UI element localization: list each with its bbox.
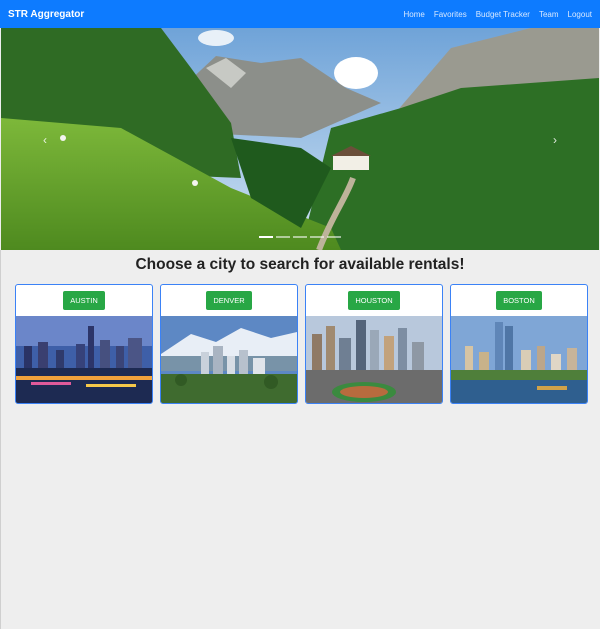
city-cards: AUSTIN DENVER HOUSTON BOSTON [15, 284, 588, 404]
carousel-indicators [259, 236, 341, 238]
carousel-next-button[interactable]: › [545, 128, 565, 152]
carousel-indicator[interactable] [293, 236, 307, 238]
chevron-right-icon: › [553, 133, 557, 147]
top-navbar: STR Aggregator Home Favorites Budget Tra… [0, 0, 600, 28]
denver-skyline-image [161, 316, 297, 403]
carousel-indicator[interactable] [327, 236, 341, 238]
page-heading: Choose a city to search for available re… [135, 256, 465, 273]
hero-carousel: ‹ › [1, 28, 599, 250]
boston-skyline-image [451, 316, 587, 403]
carousel-indicator[interactable] [276, 236, 290, 238]
carousel-indicator[interactable] [310, 236, 324, 238]
nav-links: Home Favorites Budget Tracker Team Logou… [403, 10, 592, 19]
page-edge-divider [0, 250, 1, 629]
denver-button[interactable]: DENVER [206, 291, 252, 310]
carousel-indicator[interactable] [259, 236, 273, 238]
boston-button[interactable]: BOSTON [496, 291, 542, 310]
city-card-austin: AUSTIN [15, 284, 153, 404]
chevron-left-icon: ‹ [43, 133, 47, 147]
carousel-prev-button[interactable]: ‹ [35, 128, 55, 152]
city-card-denver: DENVER [160, 284, 298, 404]
carousel-slide-image [1, 28, 599, 250]
houston-button[interactable]: HOUSTON [348, 291, 400, 310]
nav-link-team[interactable]: Team [539, 10, 559, 19]
nav-link-logout[interactable]: Logout [568, 10, 592, 19]
houston-skyline-image [306, 316, 442, 403]
nav-link-favorites[interactable]: Favorites [434, 10, 467, 19]
austin-button[interactable]: AUSTIN [63, 291, 105, 310]
nav-link-budget-tracker[interactable]: Budget Tracker [476, 10, 530, 19]
brand-logo[interactable]: STR Aggregator [8, 9, 84, 20]
nav-link-home[interactable]: Home [403, 10, 424, 19]
city-card-boston: BOSTON [450, 284, 588, 404]
city-card-houston: HOUSTON [305, 284, 443, 404]
austin-skyline-image [16, 316, 152, 403]
